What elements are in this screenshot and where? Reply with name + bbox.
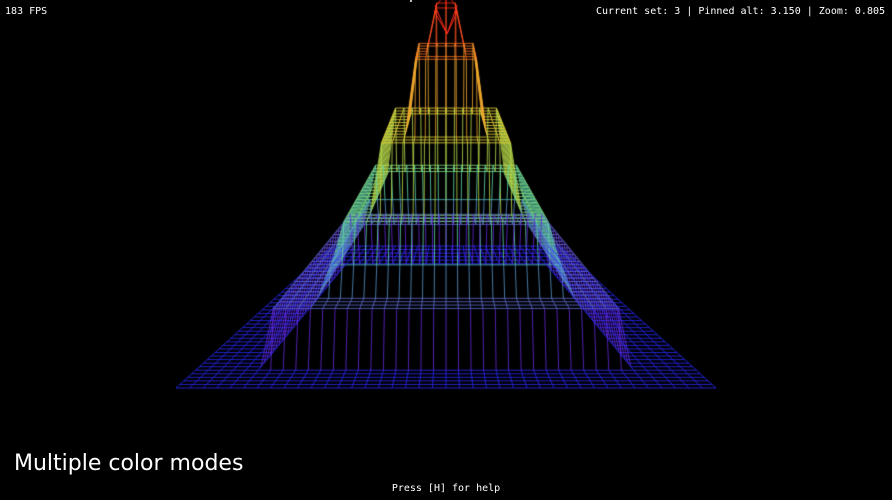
status-readout: Current set: 3 | Pinned alt: 3.150 | Zoo… <box>596 6 885 17</box>
top-edge-marker <box>410 0 412 2</box>
fps-counter: 183 FPS <box>5 6 48 17</box>
wireframe-viewport[interactable] <box>0 0 892 500</box>
terrain-wireframe-canvas[interactable] <box>0 0 892 500</box>
help-hint: Press [H] for help <box>391 483 501 494</box>
caption-overlay: Multiple color modes <box>14 451 244 476</box>
